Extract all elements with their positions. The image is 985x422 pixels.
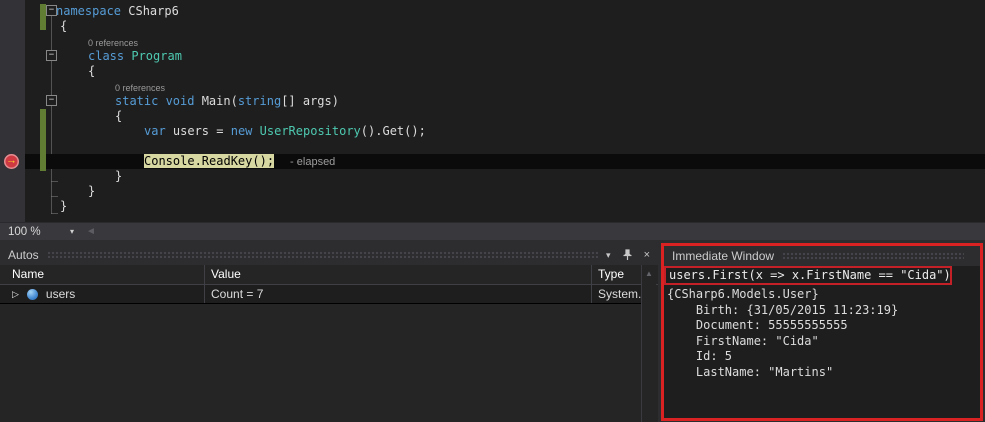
immediate-title-bar[interactable]: Immediate Window	[664, 246, 980, 266]
chevron-down-icon: ▾	[69, 227, 74, 236]
immediate-result-line: LastName: "Martins"	[667, 364, 834, 379]
code-token: {	[88, 64, 96, 78]
immediate-window: Immediate Window users.First(x => x.Firs…	[661, 243, 983, 421]
code-token: void	[165, 94, 202, 108]
scroll-left-icon[interactable]: ◄	[86, 226, 96, 237]
code-token: {	[115, 109, 123, 123]
pin-icon[interactable]	[622, 249, 633, 261]
editor-horizontal-scrollbar[interactable]: 100 % ▾ ◄	[0, 222, 985, 240]
code-token: Program	[131, 49, 182, 63]
code-token: }	[88, 184, 96, 198]
code-lines-container: namespace CSharp6{0 references class Prog…	[0, 4, 985, 214]
yellow-arrow-icon: →	[6, 154, 17, 167]
column-header-name[interactable]: Name	[0, 265, 205, 284]
code-token: class	[88, 49, 132, 63]
autos-column-headers[interactable]: Name Value Type	[0, 265, 658, 285]
immediate-result-line: {CSharp6.Models.User}	[667, 287, 819, 301]
zoom-level-value: 100 %	[8, 225, 41, 238]
code-token: users =	[165, 124, 231, 138]
code-line[interactable]: {	[0, 19, 985, 34]
code-line[interactable]: }	[0, 169, 985, 184]
variable-name-cell[interactable]: ▷ users	[0, 285, 205, 303]
code-line[interactable]: {	[0, 64, 985, 79]
window-menu-icon[interactable]: ▾	[606, 250, 611, 261]
variable-type-cell: System.C	[598, 287, 642, 301]
collapse-minus-icon[interactable]: −	[46, 5, 57, 16]
code-token: namespace	[56, 4, 129, 18]
codelens-references-link[interactable]: 0 references	[0, 34, 985, 49]
code-token: string	[237, 94, 282, 108]
variable-name: users	[45, 287, 76, 301]
code-token: {	[60, 19, 68, 33]
autos-title: Autos	[8, 248, 39, 262]
immediate-result-line: Document: 55555555555	[667, 318, 848, 332]
autos-window: Autos ▾ × Name Value Type ▷ users Count = …	[0, 245, 658, 422]
scroll-up-icon[interactable]: ▲	[642, 269, 656, 278]
code-line[interactable]: class Program	[0, 49, 985, 64]
perf-tip-elapsed[interactable]: - elapsed	[274, 156, 335, 168]
change-tracking-bar	[40, 109, 46, 171]
autos-title-bar[interactable]: Autos ▾ ×	[0, 245, 658, 265]
autos-variable-row[interactable]: ▷ users Count = 7 System.C	[0, 285, 642, 304]
codelens-references-link[interactable]: 0 references	[0, 79, 985, 94]
code-token: static	[115, 94, 166, 108]
close-icon[interactable]: ×	[644, 249, 650, 261]
code-token: ().Get();	[360, 124, 426, 138]
code-token: var	[144, 124, 166, 138]
autos-rows-container: ▷ users Count = 7 System.C	[0, 285, 642, 304]
immediate-title: Immediate Window	[672, 249, 775, 263]
code-token: }	[115, 169, 123, 183]
code-token: [] args)	[281, 94, 339, 108]
variable-value-cell[interactable]: Count = 7	[205, 285, 592, 303]
current-statement-highlight: Console.ReadKey();	[144, 154, 275, 168]
immediate-result-line: Id: 5	[667, 349, 733, 363]
immediate-query-input[interactable]: users.First(x => x.FirstName == "Cida")	[664, 266, 952, 285]
code-line[interactable]: }	[0, 184, 985, 199]
title-drag-texture	[46, 251, 599, 259]
code-editor[interactable]: → namespace CSharp6{0 references class Pr…	[0, 0, 985, 222]
zoom-level-dropdown[interactable]: 100 % ▾	[0, 226, 74, 238]
code-line[interactable]: var users = new UserRepository().Get();	[0, 124, 985, 139]
title-drag-texture	[782, 252, 964, 260]
breakpoint-current-statement-icon[interactable]: →	[4, 154, 19, 169]
immediate-result-lines: {CSharp6.Models.User} Birth: {31/05/2015…	[664, 285, 980, 380]
object-sphere-icon	[26, 288, 38, 300]
code-token: UserRepository	[259, 124, 361, 138]
immediate-result-line: FirstName: "Cida"	[667, 333, 819, 348]
code-line[interactable]: {	[0, 109, 985, 124]
code-token: CSharp6	[128, 4, 179, 18]
visual-studio-debug-session: { "icons": { "collapse": "−", "window_me…	[0, 0, 985, 422]
code-token: new	[230, 124, 253, 138]
collapse-minus-icon[interactable]: −	[46, 50, 57, 61]
current-statement-line[interactable]: Console.ReadKey(); - elapsed	[25, 154, 985, 169]
code-line[interactable]: namespace CSharp6	[0, 4, 985, 19]
column-header-value[interactable]: Value	[205, 265, 592, 284]
code-line[interactable]: }	[0, 199, 985, 214]
code-line[interactable]: static void Main(string[] args)	[0, 94, 985, 109]
code-token: Main(	[201, 94, 238, 108]
expand-arrow-icon[interactable]: ▷	[12, 289, 19, 300]
code-token: }	[60, 199, 68, 213]
collapse-minus-icon[interactable]: −	[46, 95, 57, 106]
immediate-result-line: Birth: {31/05/2015 11:23:19}	[667, 302, 899, 317]
autos-vertical-scrollbar[interactable]: ▲	[641, 265, 656, 422]
